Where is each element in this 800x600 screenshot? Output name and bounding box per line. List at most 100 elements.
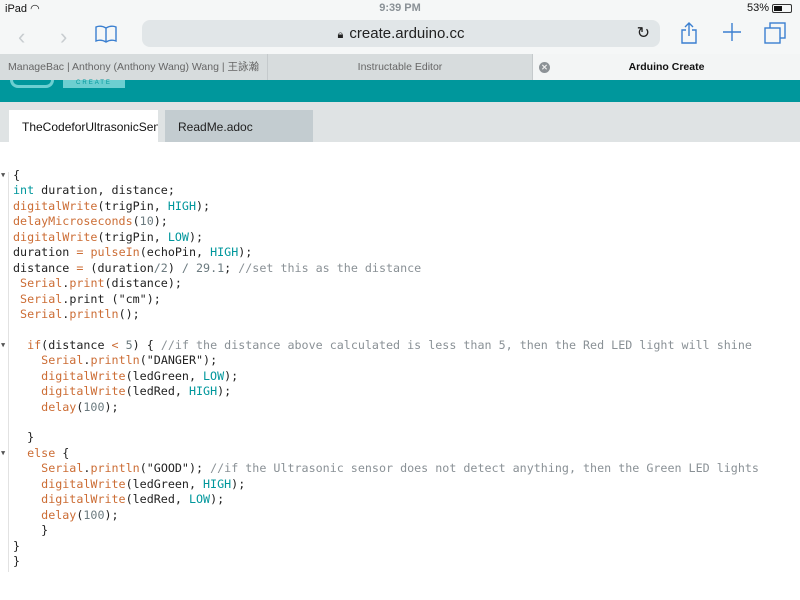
code-token: pulseIn	[90, 245, 140, 260]
code-token: }	[13, 538, 21, 553]
code-token: (ledGreen,	[125, 368, 204, 383]
code-token: digitalWrite	[41, 492, 126, 507]
code-token: Serial	[41, 353, 84, 368]
code-token: delay	[41, 399, 77, 414]
browser-tab-instructable-editor[interactable]: Instructable Editor	[268, 54, 533, 80]
code-token: digitalWrite	[41, 476, 126, 491]
new-tab-icon[interactable]	[722, 22, 742, 48]
code-line[interactable]: }	[13, 523, 759, 538]
code-line[interactable]: }	[13, 554, 759, 569]
code-token: HIGH	[203, 476, 232, 491]
code-token: ();	[118, 306, 140, 321]
code-content[interactable]: ▼{int duration, distance; digitalWrite(tr…	[1, 168, 759, 569]
code-line[interactable]: ▼ if(distance < 5) { //if the distance a…	[1, 337, 759, 353]
code-line[interactable]: ▼{	[1, 168, 759, 183]
file-tab-readme[interactable]: ReadMe.adoc	[165, 110, 313, 142]
code-token: 10	[139, 214, 154, 229]
code-line[interactable]: digitalWrite(ledGreen, LOW);	[13, 369, 759, 384]
status-bar: iPad ◠ 9:39 PM 53%	[0, 0, 800, 18]
code-token: /2	[153, 260, 168, 275]
code-line[interactable]: int duration, distance;	[13, 183, 759, 198]
forward-icon[interactable]: ›	[60, 24, 67, 50]
code-token: HIGH	[167, 198, 196, 213]
code-line[interactable]	[13, 322, 759, 337]
code-token: Serial	[20, 276, 63, 291]
code-line[interactable]: digitalWrite(ledGreen, HIGH);	[13, 477, 759, 492]
close-tab-icon[interactable]: ✕	[539, 62, 550, 73]
code-line[interactable]: Serial.print ("cm");	[13, 292, 759, 307]
url-text: create.arduino.cc	[349, 25, 465, 42]
browser-tab-arduino-create[interactable]: ✕ Arduino Create	[533, 54, 800, 80]
code-token: .print ("cm");	[62, 291, 161, 306]
code-line[interactable]: distance = (duration/2) / 29.1; //set th…	[13, 261, 759, 276]
fold-arrow-icon[interactable]: ▼	[1, 168, 5, 183]
code-token: (duration	[83, 260, 154, 275]
code-line[interactable]: digitalWrite(ledRed, LOW);	[13, 492, 759, 507]
code-token: / 29.1	[181, 260, 225, 275]
code-line[interactable]: delay(100);	[13, 508, 759, 523]
fold-arrow-icon[interactable]: ▼	[1, 446, 5, 461]
code-line[interactable]	[13, 415, 759, 430]
code-line[interactable]: digitalWrite(ledRed, HIGH);	[13, 384, 759, 399]
file-tab-sketch[interactable]: TheCodeforUltrasonicSensor	[9, 110, 158, 142]
code-token: )	[167, 260, 182, 275]
battery-icon	[772, 3, 792, 13]
code-token: );	[104, 399, 119, 414]
code-token: println	[90, 353, 140, 368]
code-token: );	[210, 492, 225, 507]
code-token: );	[188, 229, 204, 244]
code-token: );	[217, 384, 232, 399]
code-token: }	[13, 553, 21, 568]
bookmarks-icon[interactable]	[95, 23, 117, 49]
share-icon[interactable]	[680, 22, 698, 50]
code-line[interactable]: }	[13, 539, 759, 554]
code-token: (distance);	[104, 276, 182, 291]
file-tab-label: TheCodeforUltrasonicSensor	[22, 120, 158, 134]
code-token: (trigPin,	[97, 229, 168, 244]
code-line[interactable]: Serial.println("GOOD"); //if the Ultraso…	[13, 461, 759, 476]
code-token: println	[90, 461, 140, 476]
address-bar[interactable]: 🔒︎ create.arduino.cc ↻	[142, 20, 660, 47]
code-token: duration	[13, 245, 77, 260]
code-line[interactable]: delay(100);	[13, 400, 759, 415]
code-line[interactable]: ▼ else {	[1, 445, 759, 461]
code-line[interactable]: Serial.println("DANGER");	[13, 353, 759, 368]
reload-icon[interactable]: ↻	[637, 20, 650, 47]
code-token: else	[27, 445, 56, 460]
browser-tab-managebac[interactable]: ManageBac | Anthony (Anthony Wang) Wang …	[0, 54, 268, 80]
code-token: delay	[41, 507, 77, 522]
code-token: digitalWrite	[41, 384, 126, 399]
file-tab-label: ReadMe.adoc	[178, 120, 253, 134]
code-token: HIGH	[188, 384, 218, 399]
code-token: Serial	[41, 461, 84, 476]
code-token: if	[27, 337, 42, 352]
logo-text: CREATE	[76, 80, 112, 86]
code-line[interactable]: Serial.println();	[13, 307, 759, 322]
back-icon[interactable]: ‹	[18, 24, 25, 50]
code-editor[interactable]: ▼{int duration, distance; digitalWrite(tr…	[0, 142, 800, 600]
code-token: //set this as the distance	[238, 260, 422, 275]
code-token: );	[153, 214, 168, 229]
tab-label: Instructable Editor	[357, 61, 443, 73]
browser-tab-bar: ManageBac | Anthony (Anthony Wang) Wang …	[0, 54, 800, 80]
code-token: (distance	[41, 337, 112, 352]
fold-arrow-icon[interactable]: ▼	[1, 338, 5, 353]
code-line[interactable]: delayMicroseconds(10);	[13, 214, 759, 229]
code-line[interactable]: }	[13, 430, 759, 445]
lock-icon: 🔒︎	[337, 29, 344, 41]
code-line[interactable]: Serial.print(distance);	[13, 276, 759, 291]
code-line[interactable]: digitalWrite(trigPin, LOW);	[13, 230, 759, 245]
code-token: );	[195, 198, 211, 213]
gutter-line	[8, 172, 9, 572]
code-line[interactable]: duration = pulseIn(echoPin, HIGH);	[13, 245, 759, 260]
code-line[interactable]: digitalWrite(trigPin, HIGH);	[13, 199, 759, 214]
battery-percent: 53%	[746, 2, 769, 14]
code-token: {	[13, 168, 21, 182]
tabs-overview-icon[interactable]	[764, 22, 786, 50]
code-token: Serial	[20, 306, 63, 321]
code-token: delayMicroseconds	[13, 214, 133, 229]
